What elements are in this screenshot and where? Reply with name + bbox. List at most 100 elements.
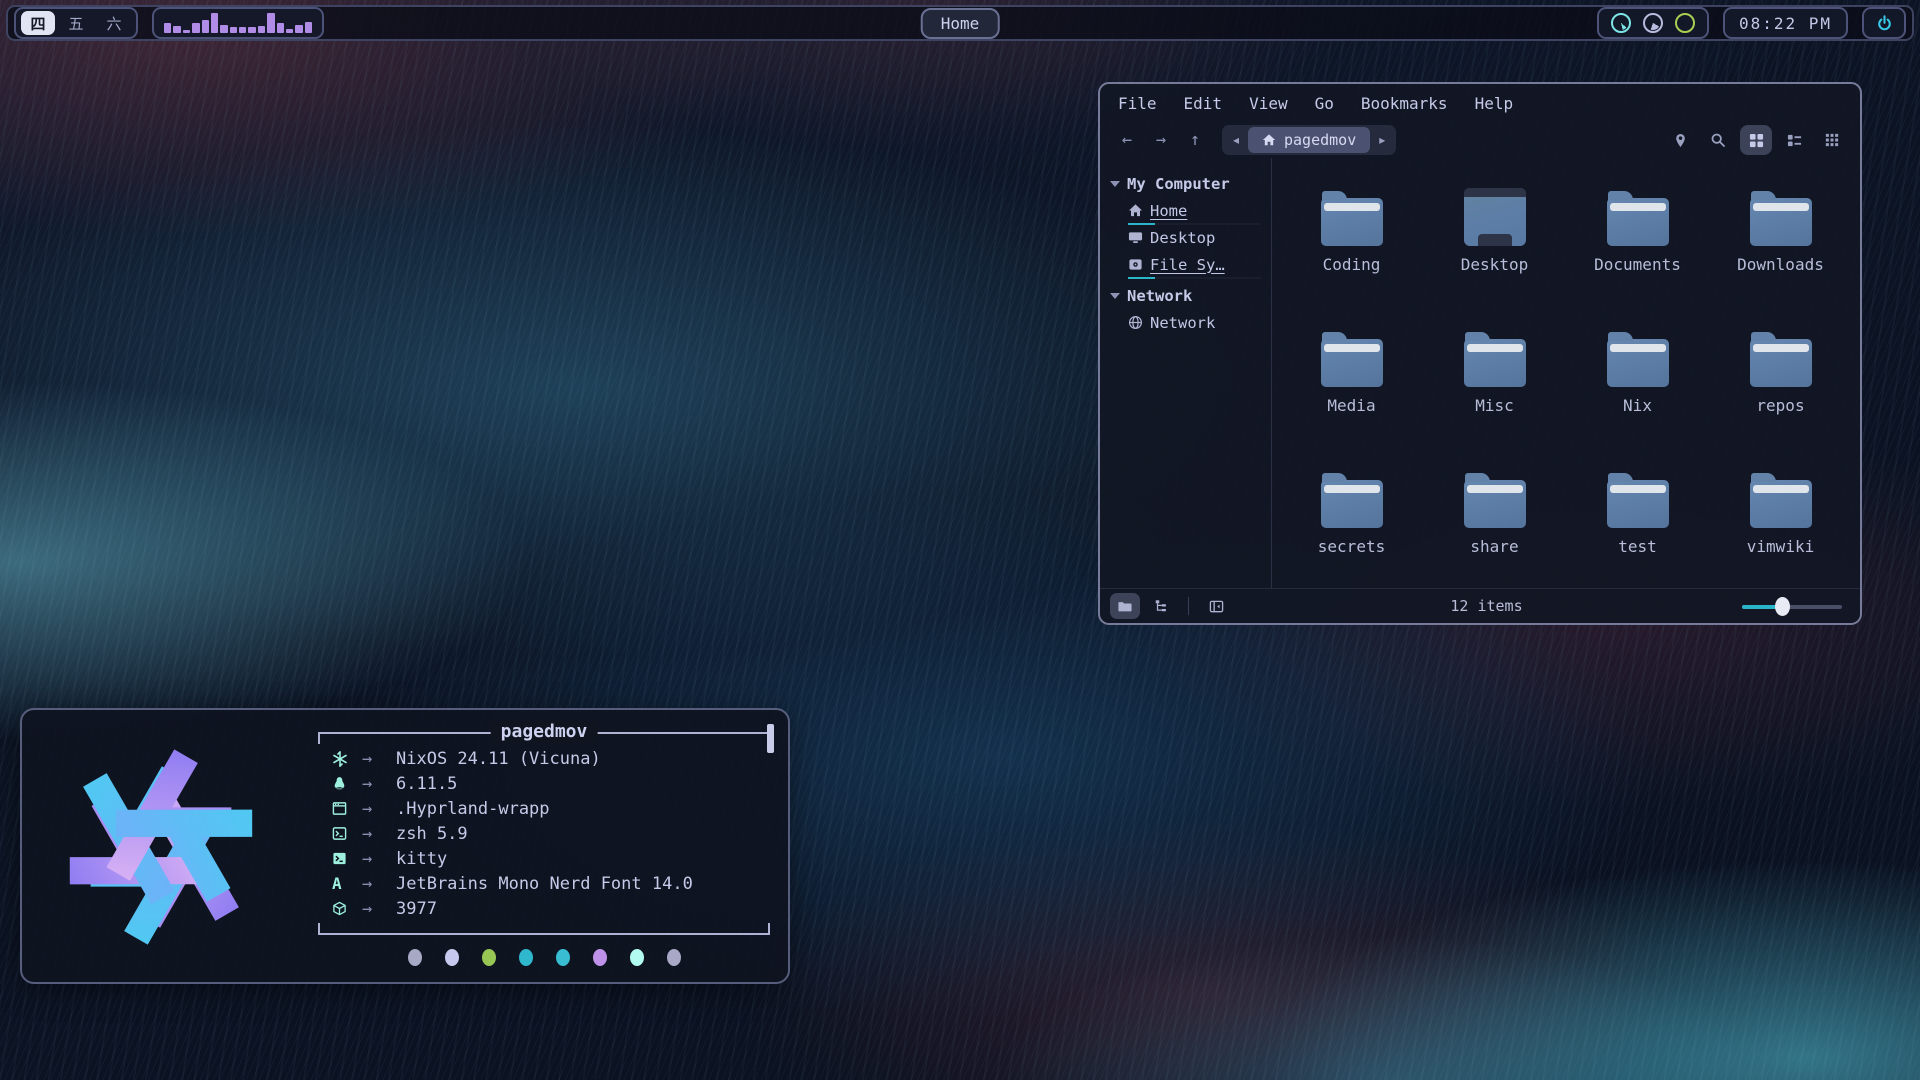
section-label: Network [1127, 287, 1192, 305]
shell-prompt-icon [332, 826, 362, 841]
slider-knob[interactable] [1775, 597, 1790, 616]
system-gauges [1597, 7, 1709, 39]
power-button[interactable] [1862, 7, 1906, 39]
arrow-icon: → [362, 799, 396, 819]
workspace-switcher: 四 五 六 [14, 7, 138, 39]
folder-icon [1750, 198, 1812, 246]
menu-bookmarks[interactable]: Bookmarks [1361, 94, 1448, 113]
icon-view-toggle-button[interactable] [1110, 593, 1140, 619]
folder-item-test[interactable]: test [1566, 454, 1709, 556]
workspace-item-3[interactable]: 六 [97, 11, 131, 35]
desktop-icon [1128, 230, 1143, 245]
folder-label: secrets [1318, 537, 1385, 556]
gauge-green [1675, 13, 1695, 33]
menu-go[interactable]: Go [1315, 94, 1334, 113]
folder-item-secrets[interactable]: secrets [1280, 454, 1423, 556]
file-grid: Coding Desktop Documents Downloads Media… [1272, 158, 1860, 588]
folder-item-downloads[interactable]: Downloads [1709, 172, 1852, 274]
folder-item-media[interactable]: Media [1280, 313, 1423, 415]
breadcrumb-home[interactable]: pagedmov [1248, 127, 1370, 153]
folder-icon [1464, 480, 1526, 528]
folder-label: vimwiki [1747, 537, 1814, 556]
package-box-icon [332, 901, 362, 916]
location-pin-button[interactable] [1664, 125, 1696, 155]
fetch-row-terminal: → kitty [318, 846, 770, 871]
fetch-hostname: pagedmov [491, 721, 598, 742]
palette-dot [445, 949, 459, 966]
up-button[interactable]: ↑ [1180, 130, 1210, 150]
sidebar-item-label: Desktop [1150, 229, 1215, 247]
folder-icon [1321, 198, 1383, 246]
folder-item-coding[interactable]: Coding [1280, 172, 1423, 274]
folder-label: Nix [1623, 396, 1652, 415]
folder-item-desktop[interactable]: Desktop [1423, 172, 1566, 274]
folder-label: repos [1756, 396, 1804, 415]
folder-icon [1607, 339, 1669, 387]
palette-dot [667, 949, 681, 966]
clock[interactable]: 08:22 PM [1723, 7, 1848, 39]
folder-label: Desktop [1461, 255, 1528, 274]
sidebar: My Computer Home Desktop File Sy… Networ… [1100, 158, 1272, 588]
desktop-folder-icon [1464, 188, 1526, 246]
sidebar-item-label: Home [1150, 202, 1187, 220]
file-manager-window: File Edit View Go Bookmarks Help ← → ↑ ◂… [1098, 82, 1862, 625]
back-button[interactable]: ← [1112, 130, 1142, 150]
collapse-caret-icon [1110, 293, 1120, 299]
search-button[interactable] [1702, 125, 1734, 155]
file-manager-body: My Computer Home Desktop File Sy… Networ… [1100, 158, 1860, 588]
folder-item-repos[interactable]: repos [1709, 313, 1852, 415]
folder-item-vimwiki[interactable]: vimwiki [1709, 454, 1852, 556]
arrow-icon: → [362, 849, 396, 869]
gauge-lavender [1643, 13, 1663, 33]
topbar-left: 四 五 六 [14, 7, 324, 39]
menu-file[interactable]: File [1118, 94, 1157, 113]
path-scroll-left-icon[interactable]: ◂ [1224, 133, 1248, 147]
workspace-item-2[interactable]: 五 [59, 11, 93, 35]
folder-label: Coding [1323, 255, 1381, 274]
folder-icon [1750, 339, 1812, 387]
terminal-window[interactable]: pagedmov → NixOS 24.11 (Vicuna) → 6.11.5… [20, 708, 790, 984]
sidebar-item-label: Network [1150, 314, 1215, 332]
sidebar-item-desktop[interactable]: Desktop [1110, 224, 1263, 251]
sidebar-section-network[interactable]: Network [1110, 282, 1263, 309]
linux-penguin-icon [332, 776, 362, 791]
folder-item-documents[interactable]: Documents [1566, 172, 1709, 274]
location-pin-icon [1673, 133, 1688, 148]
workspace-item-1[interactable]: 四 [21, 11, 55, 35]
path-bar: ◂ pagedmov ▸ [1222, 125, 1396, 155]
tree-view-toggle-button[interactable] [1146, 593, 1176, 619]
fetch-row-shell: → zsh 5.9 [318, 821, 770, 846]
status-bar: 12 items [1100, 588, 1860, 623]
fetch-row-packages: → 3977 [318, 896, 770, 921]
terminal-value: kitty [396, 849, 770, 869]
arrow-icon: → [362, 824, 396, 844]
path-scroll-right-icon[interactable]: ▸ [1370, 133, 1394, 147]
zoom-slider[interactable] [1742, 597, 1842, 615]
sidebar-item-home[interactable]: Home [1110, 197, 1263, 224]
folder-label: test [1618, 537, 1657, 556]
menu-edit[interactable]: Edit [1184, 94, 1223, 113]
folder-item-nix[interactable]: Nix [1566, 313, 1709, 415]
sidebar-item-filesystem[interactable]: File Sy… [1110, 251, 1263, 278]
toggle-sidebar-button[interactable] [1201, 593, 1231, 619]
grid-view-icon [1749, 133, 1764, 148]
home-icon [1128, 203, 1143, 218]
list-view-button[interactable] [1778, 125, 1810, 155]
folder-item-misc[interactable]: Misc [1423, 313, 1566, 415]
fetch-box-top: pagedmov [318, 732, 770, 744]
sidebar-item-network[interactable]: Network [1110, 309, 1263, 336]
folder-item-share[interactable]: share [1423, 454, 1566, 556]
power-icon [1876, 15, 1893, 32]
active-window-title: Home [921, 8, 1000, 39]
sidebar-section-my-computer[interactable]: My Computer [1110, 170, 1263, 197]
forward-button[interactable]: → [1146, 130, 1176, 150]
topbar-right: 08:22 PM [1597, 7, 1906, 39]
folder-icon [1750, 480, 1812, 528]
search-icon [1710, 132, 1726, 148]
menu-view[interactable]: View [1249, 94, 1288, 113]
folder-glyph-icon [1118, 599, 1132, 613]
menu-help[interactable]: Help [1475, 94, 1514, 113]
fetch-row-wm: → .Hyprland-wrapp [318, 796, 770, 821]
compact-view-button[interactable] [1816, 125, 1848, 155]
icon-view-button[interactable] [1740, 125, 1772, 155]
